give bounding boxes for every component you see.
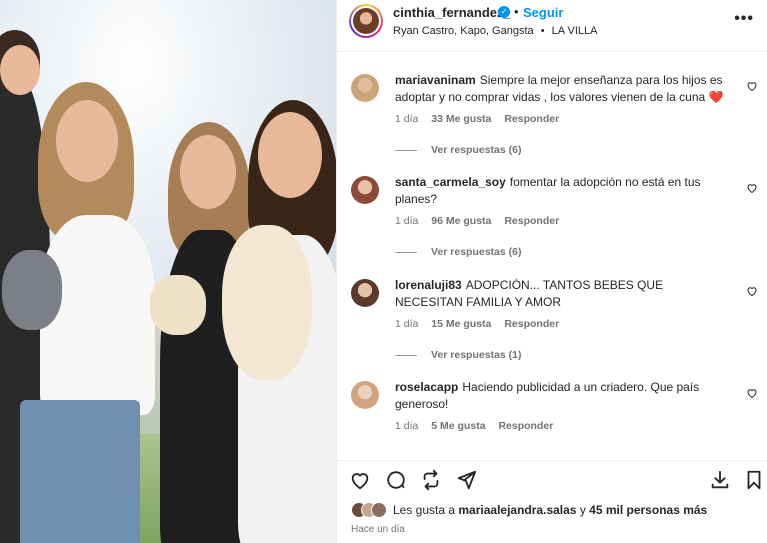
liker-avatar	[371, 502, 387, 518]
cream-puppy-small	[150, 275, 206, 335]
audio-separator: •	[540, 25, 545, 37]
comment-likes[interactable]: 33 Me gusta	[431, 113, 491, 125]
view-replies-button[interactable]: Ver respuestas (6)	[395, 144, 521, 156]
grey-puppy	[2, 250, 62, 330]
likes-summary[interactable]: Les gusta a mariaalejandra.salas y 45 mi…	[351, 502, 707, 518]
bookmark-icon[interactable]	[743, 469, 765, 491]
heart-emoji: ❤️	[708, 90, 724, 104]
comment-item: roselacapp Haciendo publicidad a un criad…	[337, 367, 767, 457]
comment-likes[interactable]: 15 Me gusta	[431, 318, 491, 330]
follow-button[interactable]: Seguir	[523, 5, 563, 20]
comment-time[interactable]: 1 día	[395, 318, 418, 330]
repost-icon[interactable]	[420, 469, 442, 491]
comment-time[interactable]: 1 día	[395, 215, 418, 227]
cream-puppy-large	[222, 225, 312, 380]
comment-text-block: mariavaninam Siempre la mejor enseñanza p…	[395, 72, 725, 106]
comment-item: mariavaninam Siempre la mejor enseñanza p…	[337, 60, 767, 162]
person-1-face	[0, 45, 40, 95]
replies-divider-line	[395, 354, 417, 356]
person-4-face	[258, 112, 322, 198]
comment-meta: 1 día 96 Me gusta Responder	[395, 215, 569, 227]
likes-middle: y	[579, 503, 586, 517]
person-2-top	[40, 215, 155, 415]
comment-meta: 1 día 15 Me gusta Responder	[395, 318, 569, 330]
comment-icon[interactable]	[385, 469, 407, 491]
comment-item: santa_carmela_soy fomentar la adopción no…	[337, 162, 767, 264]
location-label[interactable]: LA VILLA	[552, 25, 598, 37]
likes-user[interactable]: mariaalejandra.salas	[458, 503, 576, 517]
comment-text-block: lorenaluji83 ADOPCIÓN... TANTOS BEBES QUE…	[395, 277, 725, 311]
post-action-bar	[337, 460, 767, 496]
person-3-face	[180, 135, 236, 209]
comment-like-heart-icon[interactable]	[746, 387, 758, 399]
comment-avatar[interactable]	[351, 279, 379, 307]
post-timestamp[interactable]: Hace un día	[351, 524, 405, 535]
reply-button[interactable]: Responder	[504, 318, 559, 330]
likes-prefix: Les gusta a	[393, 503, 456, 517]
heart-icon[interactable]	[349, 469, 371, 491]
view-replies-button[interactable]: Ver respuestas (1)	[395, 349, 521, 361]
comment-like-heart-icon[interactable]	[746, 80, 758, 92]
comment-avatar[interactable]	[351, 381, 379, 409]
replies-divider-line	[395, 251, 417, 253]
view-replies-button[interactable]: Ver respuestas (6)	[395, 246, 521, 258]
likes-count[interactable]: 45 mil personas más	[589, 503, 707, 517]
comment-avatar[interactable]	[351, 176, 379, 204]
comment-like-heart-icon[interactable]	[746, 182, 758, 194]
comment-username[interactable]: mariavaninam	[395, 73, 476, 87]
author-avatar[interactable]	[349, 4, 383, 38]
share-icon[interactable]	[455, 469, 477, 491]
header-dot-separator: •	[514, 4, 519, 19]
reply-button[interactable]: Responder	[504, 113, 559, 125]
post-side-panel: cinthia_fernandez_ ✓ • Seguir Ryan Castr…	[336, 0, 767, 543]
comment-likes[interactable]: 5 Me gusta	[431, 420, 485, 432]
post-media[interactable]	[0, 0, 336, 543]
reply-button[interactable]: Responder	[504, 215, 559, 227]
comment-username[interactable]: roselacapp	[395, 380, 458, 394]
author-username[interactable]: cinthia_fernandez_	[393, 5, 511, 20]
comment-item: lorenaluji83 ADOPCIÓN... TANTOS BEBES QUE…	[337, 265, 767, 367]
comment-text-block: santa_carmela_soy fomentar la adopción no…	[395, 174, 725, 208]
view-replies-label[interactable]: Ver respuestas (1)	[431, 349, 521, 361]
replies-divider-line	[395, 149, 417, 151]
more-icon[interactable]: •••	[734, 10, 754, 28]
comment-time[interactable]: 1 día	[395, 420, 418, 432]
person-2-face	[56, 100, 118, 182]
comment-avatar[interactable]	[351, 74, 379, 102]
comment-likes[interactable]: 96 Me gusta	[431, 215, 491, 227]
comment-meta: 1 día 5 Me gusta Responder	[395, 420, 563, 432]
comment-like-heart-icon[interactable]	[746, 285, 758, 297]
verified-icon: ✓	[498, 6, 510, 18]
comment-meta: 1 día 33 Me gusta Responder	[395, 113, 569, 125]
comment-time[interactable]: 1 día	[395, 113, 418, 125]
view-replies-label[interactable]: Ver respuestas (6)	[431, 144, 521, 156]
view-replies-label[interactable]: Ver respuestas (6)	[431, 246, 521, 258]
reply-button[interactable]: Responder	[498, 420, 553, 432]
likes-text: Les gusta a mariaalejandra.salas y 45 mi…	[393, 503, 707, 517]
post-header: cinthia_fernandez_ ✓ • Seguir Ryan Castr…	[337, 0, 767, 52]
person-2-jeans	[20, 400, 140, 543]
comment-text-block: roselacapp Haciendo publicidad a un criad…	[395, 379, 725, 413]
audio-track[interactable]: Ryan Castro, Kapo, Gangsta	[393, 25, 534, 37]
audio-info[interactable]: Ryan Castro, Kapo, Gangsta • LA VILLA	[393, 25, 598, 37]
download-icon[interactable]	[709, 469, 731, 491]
comment-username[interactable]: santa_carmela_soy	[395, 175, 506, 189]
comment-username[interactable]: lorenaluji83	[395, 278, 462, 292]
